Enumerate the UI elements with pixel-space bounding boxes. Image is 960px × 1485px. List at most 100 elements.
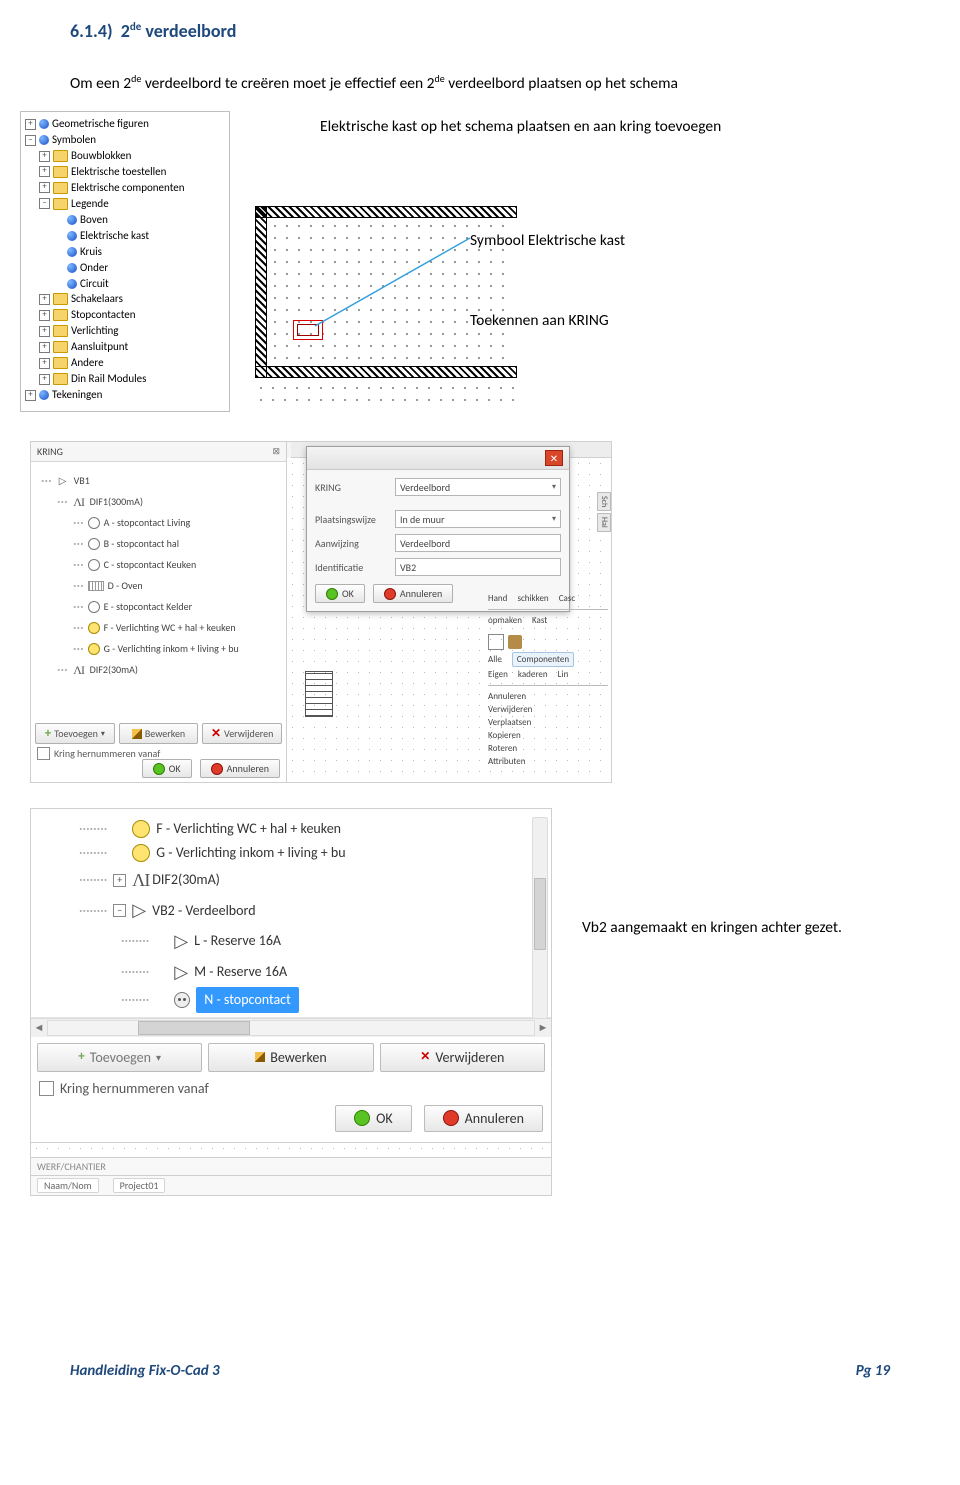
kring-item-label: B - stopcontact hal <box>104 536 179 551</box>
ok-button-3[interactable]: OK <box>335 1105 412 1132</box>
dialog-field-label: Plaatsingswijze <box>315 513 395 526</box>
tree-label: Tekeningen <box>52 387 102 403</box>
tree-item[interactable]: +Stopcontacten <box>25 307 225 323</box>
expand-icon[interactable]: – <box>113 904 126 917</box>
dialog-field[interactable]: Verdeelbord▾ <box>395 478 561 496</box>
kring-item[interactable]: ···G - Verlichting inkom + living + bu <box>35 638 282 659</box>
tree-item[interactable]: Onder <box>25 260 225 276</box>
kring-item[interactable]: ···▷VB1 <box>35 470 282 491</box>
intro-paragraph: Om een 2de verdeelbord te creëren moet j… <box>70 72 890 93</box>
verwijderen-button[interactable]: ✕Verwijderen <box>202 723 282 744</box>
expand-icon[interactable]: + <box>39 358 50 369</box>
kring-item[interactable]: ···A - stopcontact Living <box>35 512 282 533</box>
bottom-strip-2: Naam/Nom Project01 <box>31 1175 551 1195</box>
kring-item[interactable]: ···E - stopcontact Kelder <box>35 596 282 617</box>
bewerken-button[interactable]: Bewerken <box>119 723 199 744</box>
kring-item[interactable]: ···F - Verlichting WC + hal + keuken <box>35 617 282 638</box>
kring-collapse-icon[interactable]: ⊠ <box>272 446 280 457</box>
kring-item-large[interactable]: ········G - Verlichting inkom + living +… <box>37 841 545 865</box>
expand-icon[interactable]: + <box>39 374 50 385</box>
selected-item[interactable]: N - stopcontact <box>196 987 299 1013</box>
toevoegen-button-3[interactable]: +Toevoegen▾ <box>37 1043 202 1072</box>
kring-item-large[interactable]: ········+ΛΙDIF2(30mA) <box>37 865 545 896</box>
bewerken-button-3[interactable]: Bewerken <box>208 1043 373 1072</box>
werf-label: WERF/CHANTIER <box>37 1160 106 1173</box>
expand-icon[interactable]: + <box>113 874 126 887</box>
tree-item[interactable]: Elektrische kast <box>25 228 225 244</box>
naam-field[interactable]: Naam/Nom <box>37 1178 99 1193</box>
kring-item-large[interactable]: ········▷L - Reserve 16A <box>37 926 545 957</box>
node-icon <box>39 390 49 400</box>
expand-icon[interactable]: + <box>39 294 50 305</box>
kring-item-label: F - Verlichting WC + hal + keuken <box>104 620 236 635</box>
sidetab-1[interactable]: Sch <box>597 492 611 511</box>
kring-item[interactable]: ···D - Oven <box>35 575 282 596</box>
tree-item[interactable]: Boven <box>25 212 225 228</box>
expand-icon[interactable]: + <box>39 342 50 353</box>
verwijderen-button-3[interactable]: ✕Verwijderen <box>380 1043 545 1072</box>
tree-item[interactable]: Circuit <box>25 276 225 292</box>
ribbon-action[interactable]: Attributen <box>488 755 608 768</box>
expand-icon[interactable]: + <box>39 166 50 177</box>
dialog-ok-button[interactable]: OK <box>315 584 365 603</box>
sidetab-2[interactable]: Hal <box>597 513 611 532</box>
ribbon-action[interactable]: Roteren <box>488 742 608 755</box>
tree-item[interactable]: +Verlichting <box>25 323 225 339</box>
item-label: DIF2(30mA) <box>152 868 220 892</box>
annuleren-button-3[interactable]: Annuleren <box>424 1105 543 1132</box>
kring-item-large[interactable]: ········F - Verlichting WC + hal + keuke… <box>37 817 545 841</box>
vertical-scrollbar[interactable] <box>532 817 548 1019</box>
kring-item[interactable]: ···ΛΙDIF1(300mA) <box>35 491 282 512</box>
ok-button[interactable]: OK <box>142 759 192 778</box>
tree-item[interactable]: +Din Rail Modules <box>25 371 225 387</box>
kring-item[interactable]: ···ΛΙDIF2(30mA) <box>35 659 282 680</box>
horizontal-scrollbar[interactable]: ◄► <box>31 1018 551 1037</box>
kring-item-large[interactable]: ········–▷VB2 - Verdeelbord <box>37 895 545 926</box>
tree-item[interactable]: + Elektrische componenten <box>25 180 225 196</box>
tree-label: Circuit <box>80 276 109 292</box>
kring-item-large[interactable]: ········▷M - Reserve 16A <box>37 957 545 988</box>
kring-item-large[interactable]: ········N - stopcontact <box>37 987 545 1013</box>
ribbon-action[interactable]: Verplaatsen <box>488 716 608 729</box>
expand-icon[interactable]: + <box>25 390 36 401</box>
toevoegen-button[interactable]: +Toevoegen▾ <box>35 723 115 744</box>
expand-icon[interactable]: – <box>39 198 50 209</box>
dialog-field[interactable]: VB2 <box>395 558 561 576</box>
expand-icon[interactable]: + <box>25 119 36 130</box>
expand-icon[interactable]: + <box>39 151 50 162</box>
tree-item[interactable]: + Geometrische figuren <box>25 116 225 132</box>
kring-item[interactable]: ···C - stopcontact Keuken <box>35 554 282 575</box>
node-icon <box>67 279 77 289</box>
expand-icon[interactable]: – <box>25 135 36 146</box>
project-field[interactable]: Project01 <box>113 1178 166 1193</box>
tree-item[interactable]: –Legende <box>25 196 225 212</box>
annuleren-button[interactable]: Annuleren <box>200 759 280 778</box>
tree-label: Geometrische figuren <box>52 116 149 132</box>
dialog-cancel-button[interactable]: Annuleren <box>373 584 453 603</box>
ribbon-action[interactable]: Annuleren <box>488 690 608 703</box>
folder-icon <box>53 293 68 305</box>
tree-item[interactable]: +Bouwblokken <box>25 148 225 164</box>
expand-icon[interactable]: + <box>39 310 50 321</box>
tree-item[interactable]: +Schakelaars <box>25 291 225 307</box>
tree-label: Aansluitpunt <box>71 339 128 355</box>
dialog-field[interactable]: Verdeelbord <box>395 534 561 552</box>
vb2-symbol-on-canvas[interactable] <box>305 671 333 717</box>
lamp-icon <box>132 844 150 862</box>
tree-item[interactable]: Kruis <box>25 244 225 260</box>
tree-item[interactable]: +Andere <box>25 355 225 371</box>
ribbon-action[interactable]: Verwijderen <box>488 703 608 716</box>
dialog-close-icon[interactable]: ✕ <box>545 450 563 466</box>
tree-label: Elektrische componenten <box>71 180 185 196</box>
kring-item[interactable]: ···B - stopcontact hal <box>35 533 282 554</box>
expand-icon[interactable]: + <box>39 182 50 193</box>
tree-item[interactable]: + Tekeningen <box>25 387 225 403</box>
ribbon-action[interactable]: Kopieren <box>488 729 608 742</box>
tree-item[interactable]: +Elektrische toestellen <box>25 164 225 180</box>
tree-item[interactable]: –Symbolen <box>25 132 225 148</box>
tree-item[interactable]: + Aansluitpunt <box>25 339 225 355</box>
hernummer-checkbox-3[interactable]: Kring hernummeren vanaf <box>31 1078 551 1105</box>
dialog-field[interactable]: In de muur▾ <box>395 510 561 528</box>
bottom-strip: WERF/CHANTIER <box>31 1157 551 1175</box>
expand-icon[interactable]: + <box>39 326 50 337</box>
